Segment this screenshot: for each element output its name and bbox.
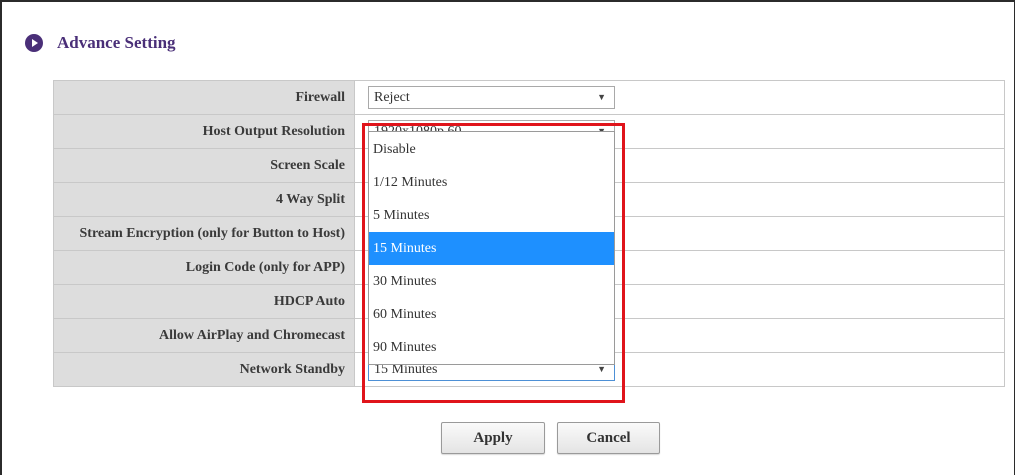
hdcp-auto-label: HDCP Auto [53,284,355,319]
four-way-split-label: 4 Way Split [53,182,355,217]
stream-encryption-label: Stream Encryption (only for Button to Ho… [53,216,355,251]
allow-airplay-label: Allow AirPlay and Chromecast [53,318,355,353]
dropdown-option[interactable]: 90 Minutes [369,331,614,364]
dropdown-option[interactable]: Disable [369,133,614,166]
chevron-down-icon: ▼ [597,92,606,102]
cancel-button[interactable]: Cancel [557,422,660,454]
apply-button[interactable]: Apply [441,422,545,454]
dropdown-option[interactable]: 1/12 Minutes [369,166,614,199]
login-code-label: Login Code (only for APP) [53,250,355,285]
network-standby-label: Network Standby [53,352,355,387]
table-row: Firewall Reject ▼ [53,80,1005,115]
network-standby-dropdown-list: Disable 1/12 Minutes 5 Minutes 15 Minute… [368,131,615,365]
dropdown-option[interactable]: 5 Minutes [369,199,614,232]
play-circle-icon [25,34,43,52]
section-title: Advance Setting [57,33,176,52]
firewall-select-value: Reject [374,90,410,105]
host-output-resolution-label: Host Output Resolution [53,114,355,149]
dropdown-option-selected[interactable]: 15 Minutes [369,232,614,265]
dropdown-option[interactable]: 30 Minutes [369,265,614,298]
firewall-select[interactable]: Reject ▼ [368,86,615,109]
firewall-label: Firewall [53,80,355,115]
section-header: Advance Setting [25,33,176,53]
screen-scale-label: Screen Scale [53,148,355,183]
dropdown-option[interactable]: 60 Minutes [369,298,614,331]
